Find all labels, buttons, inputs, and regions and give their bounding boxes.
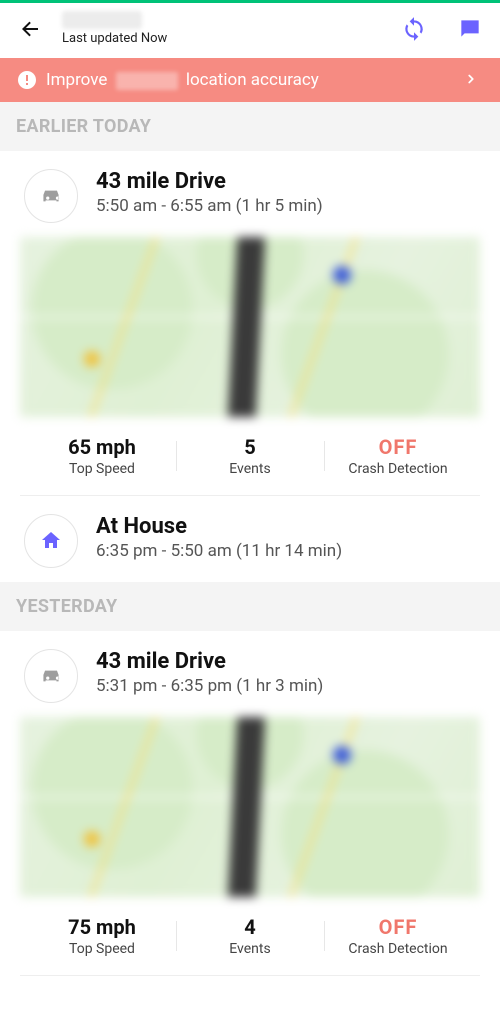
stat-events[interactable]: 5 Events — [176, 435, 324, 477]
back-icon — [18, 17, 42, 41]
timeline-drive-entry[interactable]: 43 mile Drive 5:50 am - 6:55 am (1 hr 5 … — [0, 151, 500, 237]
entry-text: 43 mile Drive 5:31 pm - 6:35 pm (1 hr 3 … — [96, 649, 323, 696]
timeline-place-entry[interactable]: At House 6:35 pm - 5:50 am (11 hr 14 min… — [0, 496, 500, 582]
entry-text: At House 6:35 pm - 5:50 am (11 hr 14 min… — [96, 514, 342, 561]
drive-stats-row: 75 mph Top Speed 4 Events OFF Crash Dete… — [20, 897, 480, 975]
entry-title: 43 mile Drive — [96, 169, 323, 194]
map-marker-yellow — [84, 831, 100, 847]
map-marker-yellow — [84, 351, 100, 367]
chat-button[interactable] — [456, 15, 484, 43]
banner-content: Improve location accuracy — [18, 70, 464, 90]
drive-map-container — [0, 717, 500, 897]
car-icon — [38, 663, 64, 689]
stat-label: Crash Detection — [324, 461, 472, 477]
refresh-button[interactable] — [400, 15, 428, 43]
banner-text: Improve location accuracy — [46, 70, 319, 90]
stat-label: Top Speed — [28, 941, 176, 957]
entry-text: 43 mile Drive 5:50 am - 6:55 am (1 hr 5 … — [96, 169, 323, 216]
stat-value: 5 — [176, 435, 324, 459]
last-updated-text: Last updated Now — [62, 31, 400, 46]
banner-prefix: Improve — [46, 70, 107, 90]
stat-events[interactable]: 4 Events — [176, 915, 324, 957]
entry-title: At House — [96, 514, 342, 539]
stat-label: Crash Detection — [324, 941, 472, 957]
entry-icon-circle — [24, 169, 78, 223]
stat-value: 65 mph — [28, 435, 176, 459]
chevron-right-icon — [464, 71, 482, 89]
chat-icon — [457, 16, 483, 42]
app-header: Last updated Now — [0, 3, 500, 58]
stat-top-speed[interactable]: 75 mph Top Speed — [28, 915, 176, 957]
stat-crash-detection[interactable]: OFF Crash Detection — [324, 915, 472, 957]
header-meta: Last updated Now — [62, 11, 400, 46]
home-icon — [39, 529, 63, 553]
member-name-redacted — [62, 11, 142, 29]
entry-icon-circle — [24, 514, 78, 568]
stat-label: Events — [176, 461, 324, 477]
map-marker-blue — [333, 746, 351, 764]
timeline-drive-entry[interactable]: 43 mile Drive 5:31 pm - 6:35 pm (1 hr 3 … — [0, 631, 500, 717]
stat-top-speed[interactable]: 65 mph Top Speed — [28, 435, 176, 477]
banner-name-redacted — [116, 72, 178, 90]
stat-label: Top Speed — [28, 461, 176, 477]
entry-time: 6:35 pm - 5:50 am (11 hr 14 min) — [96, 541, 342, 561]
map-route — [226, 237, 265, 417]
header-actions — [400, 15, 484, 43]
refresh-icon — [401, 16, 427, 42]
map-route — [226, 717, 265, 897]
entry-time: 5:50 am - 6:55 am (1 hr 5 min) — [96, 196, 323, 216]
stat-value: OFF — [324, 435, 472, 459]
drive-stats-row: 65 mph Top Speed 5 Events OFF Crash Dete… — [20, 417, 480, 495]
section-yesterday: YESTERDAY — [0, 582, 500, 631]
drive-map[interactable] — [20, 717, 480, 897]
drive-map-container — [0, 237, 500, 417]
banner-suffix: location accuracy — [186, 70, 319, 90]
stat-value: OFF — [324, 915, 472, 939]
map-marker-blue — [333, 266, 351, 284]
stat-value: 75 mph — [28, 915, 176, 939]
car-icon — [38, 183, 64, 209]
stat-value: 4 — [176, 915, 324, 939]
section-earlier-today: EARLIER TODAY — [0, 102, 500, 151]
alert-icon — [18, 71, 36, 89]
drive-map[interactable] — [20, 237, 480, 417]
divider — [20, 975, 480, 976]
stat-label: Events — [176, 941, 324, 957]
entry-time: 5:31 pm - 6:35 pm (1 hr 3 min) — [96, 676, 323, 696]
location-accuracy-banner[interactable]: Improve location accuracy — [0, 58, 500, 102]
entry-icon-circle — [24, 649, 78, 703]
back-button[interactable] — [16, 15, 44, 43]
stat-crash-detection[interactable]: OFF Crash Detection — [324, 435, 472, 477]
entry-title: 43 mile Drive — [96, 649, 323, 674]
